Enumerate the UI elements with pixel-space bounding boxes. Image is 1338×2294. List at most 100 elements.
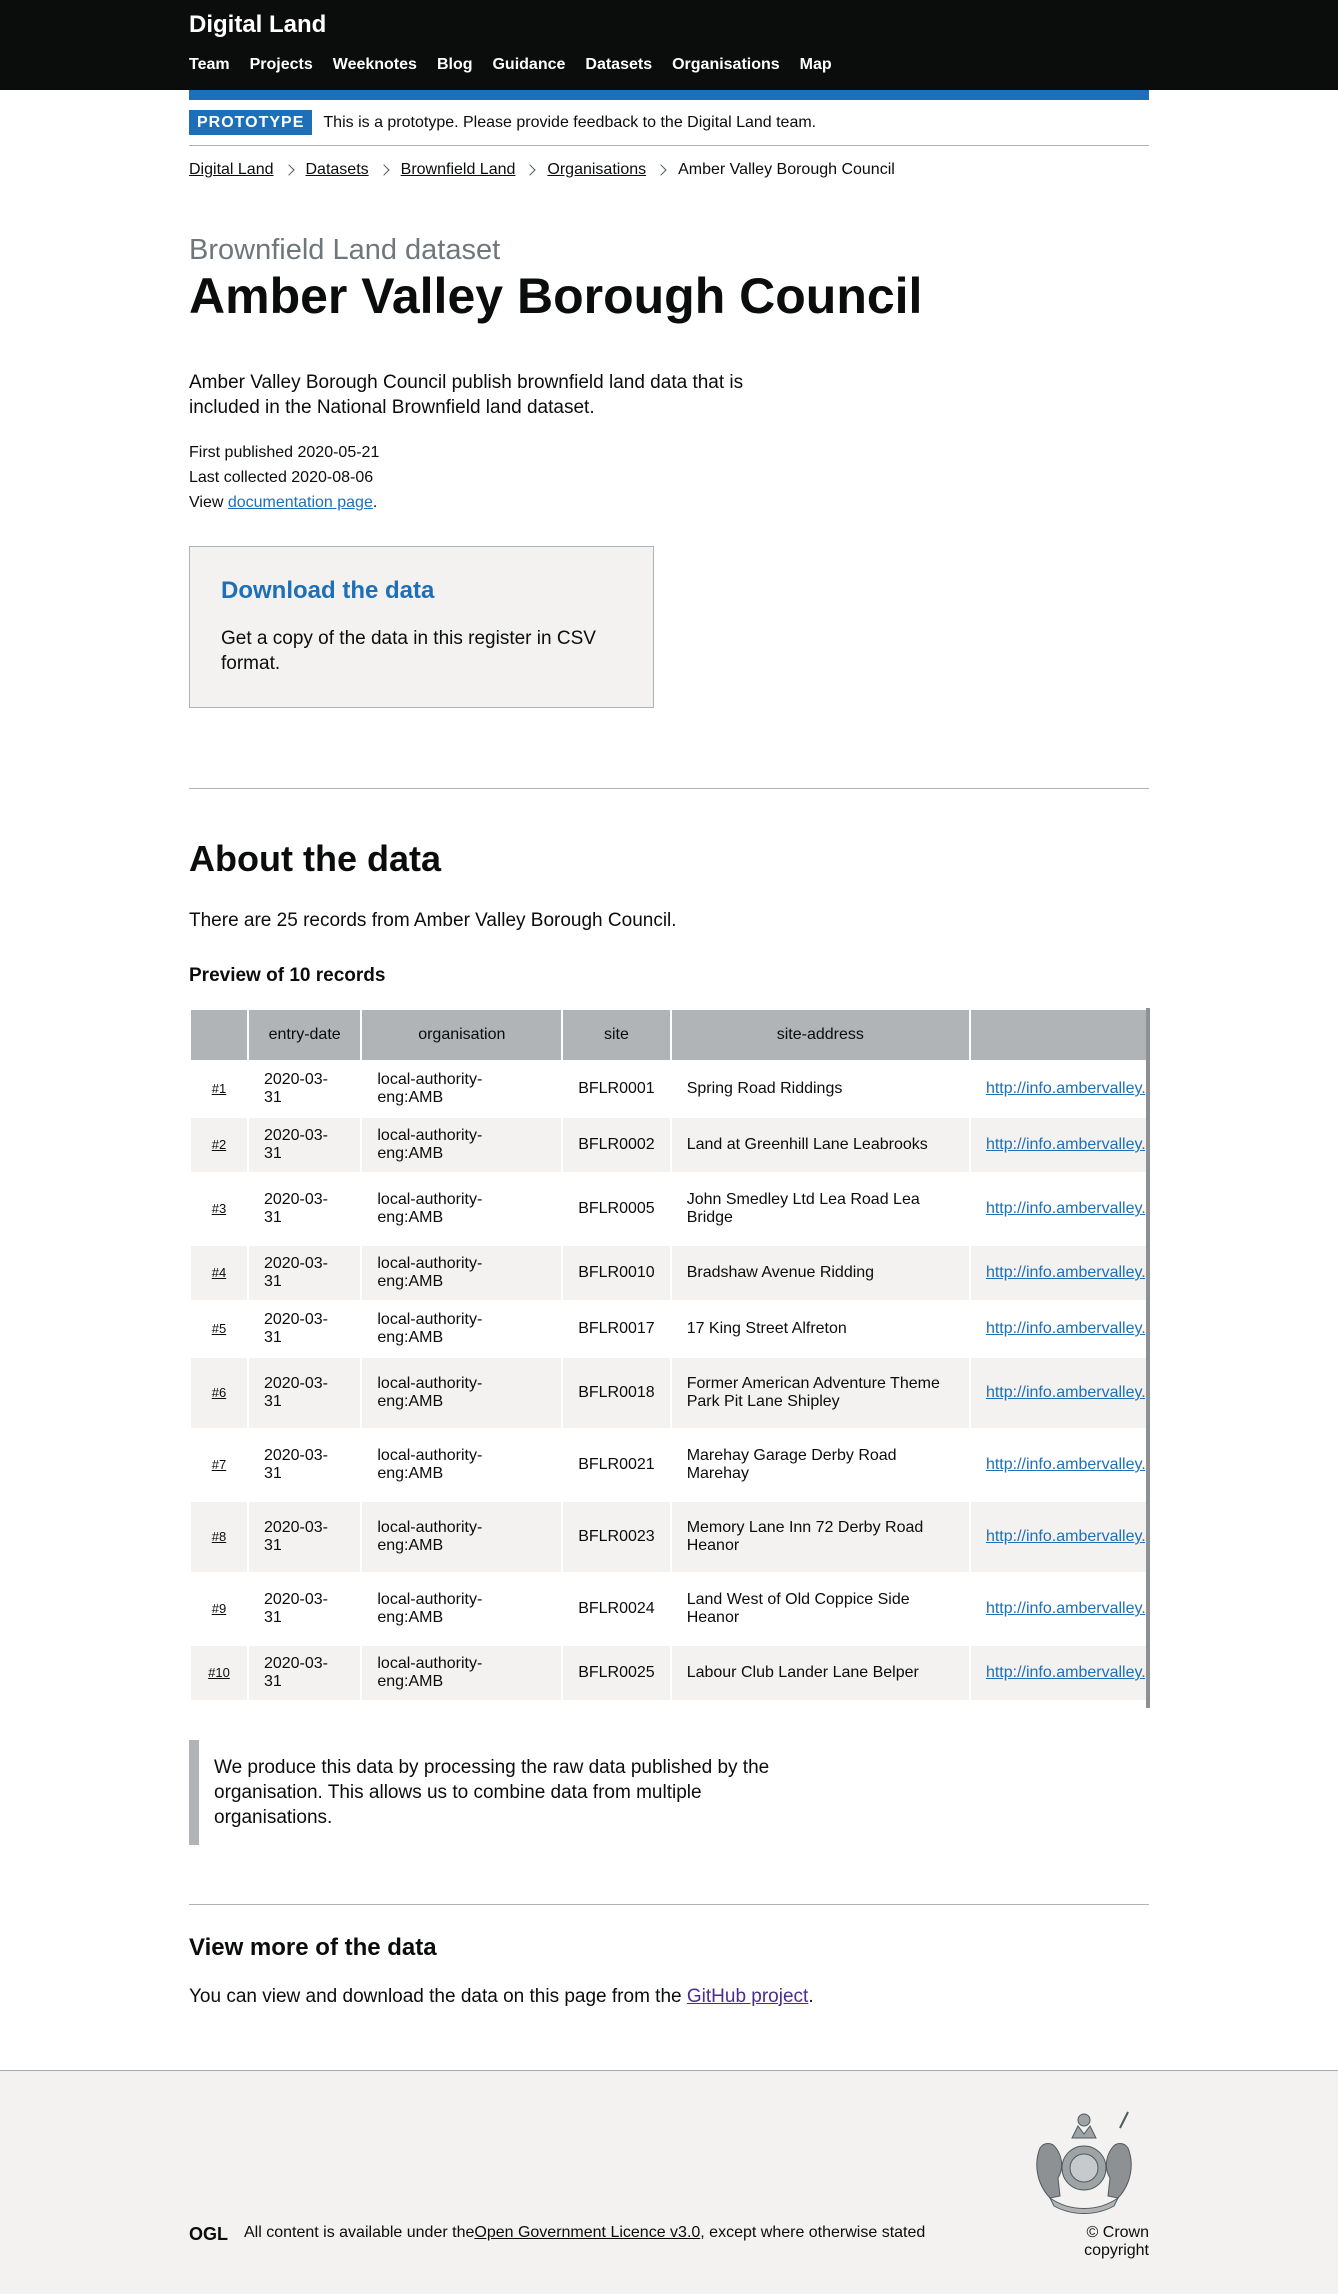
page-caption: Brownfield Land dataset	[189, 234, 501, 266]
breadcrumb-digital-land[interactable]: Digital Land	[189, 161, 274, 179]
download-panel[interactable]: Download the data Get a copy of the data…	[189, 546, 654, 708]
record-number-link[interactable]: #6	[212, 1385, 226, 1400]
table-row: #6 2020-03-31 local-authority-eng:AMB BFLR0…	[191, 1358, 1149, 1428]
record-number-link[interactable]: #3	[212, 1201, 226, 1216]
record-number-link-cell: #7	[191, 1430, 247, 1500]
cell-link-cell: http://info.ambervalley.gov.uk	[970, 1302, 1149, 1356]
record-number-link-cell: #8	[191, 1502, 247, 1572]
nav-item-datasets[interactable]: Datasets	[585, 56, 652, 74]
nav-item-projects[interactable]: Projects	[250, 56, 313, 74]
view-more-text: You can view and download the data on th…	[189, 1986, 814, 2008]
site-logo-link[interactable]: Digital Land	[189, 11, 326, 39]
cell-link-cell: http://info.ambervalley.gov.uk	[970, 1174, 1149, 1244]
nav-item-map[interactable]: Map	[800, 56, 832, 74]
record-number-link-cell: #3	[191, 1174, 247, 1244]
cell-entry-date: 2020-03-31	[248, 1246, 361, 1300]
first-published: First published 2020-05-21	[189, 444, 380, 461]
table-row: #5 2020-03-31 local-authority-eng:AMB BFLR0…	[191, 1302, 1149, 1356]
cell-entry-date: 2020-03-31	[248, 1574, 361, 1644]
table-row: #9 2020-03-31 local-authority-eng:AMB BFLR0…	[191, 1574, 1149, 1644]
record-number-link-cell: #6	[191, 1358, 247, 1428]
about-heading: About the data	[189, 838, 441, 879]
breadcrumb-datasets[interactable]: Datasets	[306, 161, 369, 179]
download-text: Get a copy of the data in this register …	[221, 628, 596, 674]
column-header-site: site	[563, 1010, 670, 1060]
cell-link[interactable]: http://info.ambervalley.gov.uk	[986, 1080, 1149, 1097]
cell-link-cell: http://info.ambervalley.gov.uk	[970, 1430, 1149, 1500]
cell-site: BFLR0021	[563, 1430, 670, 1500]
cell-link[interactable]: http://info.ambervalley.gov.uk	[986, 1384, 1149, 1401]
nav-item-weeknotes[interactable]: Weeknotes	[333, 56, 417, 74]
record-number-link[interactable]: #10	[208, 1665, 230, 1680]
github-project-link[interactable]: GitHub project	[687, 1986, 808, 2007]
record-number-link[interactable]: #1	[212, 1081, 226, 1096]
cell-link-cell: http://info.ambervalley.gov.uk	[970, 1246, 1149, 1300]
records-count: There are 25 records from Amber Valley B…	[189, 910, 677, 931]
cell-site-address: Spring Road Riddings	[671, 1062, 969, 1116]
licence-link[interactable]: Open Government Licence v3.0	[474, 2224, 700, 2242]
cell-site-address: Bradshaw Avenue Ridding	[671, 1246, 969, 1300]
record-number-link[interactable]: #2	[212, 1137, 226, 1152]
nav-item-blog[interactable]: Blog	[437, 56, 473, 74]
chevron-right-icon	[282, 164, 295, 176]
breadcrumb-organisations[interactable]: Organisations	[547, 161, 646, 179]
cell-link[interactable]: http://info.ambervalley.gov.uk	[986, 1600, 1149, 1617]
view-prefix: View	[189, 494, 228, 511]
cell-link[interactable]: http://info.ambervalley.gov.uk	[986, 1136, 1149, 1153]
cell-link-cell: http://info.ambervalley.gov.uk	[970, 1118, 1149, 1172]
column-header-site-address: site-address	[671, 1010, 969, 1060]
record-number-link-cell: #9	[191, 1574, 247, 1644]
cell-link[interactable]: http://info.ambervalley.gov.uk	[986, 1320, 1149, 1337]
preview-heading: Preview of 10 records	[189, 965, 386, 986]
cell-link[interactable]: http://info.ambervalley.gov.uk	[986, 1528, 1149, 1545]
cell-site-address: Former American Adventure Theme Park Pit…	[671, 1358, 969, 1428]
cell-site-address: Land at Greenhill Lane Leabrooks	[671, 1118, 969, 1172]
nav-item-guidance[interactable]: Guidance	[492, 56, 565, 74]
column-header-index	[191, 1010, 247, 1060]
nav-item-organisations[interactable]: Organisations	[672, 56, 780, 74]
breadcrumb-current: Amber Valley Borough Council	[678, 161, 895, 178]
records-table-container[interactable]: entry-date organisation site site-addres…	[189, 1008, 1149, 1708]
table-row: #4 2020-03-31 local-authority-eng:AMB BFLR0…	[191, 1246, 1149, 1300]
cell-link[interactable]: http://info.ambervalley.gov.uk	[986, 1664, 1149, 1681]
record-number-link-cell: #1	[191, 1062, 247, 1116]
licence-suffix: , except where otherwise stated	[700, 2224, 926, 2241]
table-body: #1 2020-03-31 local-authority-eng:AMB BFLR0…	[191, 1062, 1149, 1700]
ogl-logo-text: OGL	[189, 2225, 228, 2242]
cell-link[interactable]: http://info.ambervalley.gov.uk	[986, 1456, 1149, 1473]
cell-link-cell: http://info.ambervalley.gov.uk	[970, 1646, 1149, 1700]
cell-site-address: Marehay Garage Derby Road Marehay	[671, 1430, 969, 1500]
site-header: Digital Land Team Projects Weeknotes Blo…	[0, 0, 1338, 90]
licence-line: OGL All content is available under the O…	[189, 2224, 925, 2242]
crown-copyright-link[interactable]: © Crown copyright	[1018, 2224, 1149, 2260]
record-number-link-cell: #5	[191, 1302, 247, 1356]
cell-organisation: local-authority-eng:AMB	[362, 1430, 562, 1500]
download-heading[interactable]: Download the data	[221, 577, 622, 605]
cell-organisation: local-authority-eng:AMB	[362, 1062, 562, 1116]
table-row: #7 2020-03-31 local-authority-eng:AMB BFLR0…	[191, 1430, 1149, 1500]
cell-site: BFLR0001	[563, 1062, 670, 1116]
cell-link[interactable]: http://info.ambervalley.gov.uk	[986, 1200, 1149, 1217]
cell-link[interactable]: http://info.ambervalley.gov.uk	[986, 1264, 1149, 1281]
header-accent-bar	[189, 90, 1149, 100]
record-number-link[interactable]: #4	[212, 1265, 226, 1280]
record-number-link[interactable]: #8	[212, 1529, 226, 1544]
view-more-prefix: You can view and download the data on th…	[189, 1986, 687, 2007]
cell-site: BFLR0025	[563, 1646, 670, 1700]
nav-item-team[interactable]: Team	[189, 56, 230, 74]
cell-link-cell: http://info.ambervalley.gov.uk	[970, 1574, 1149, 1644]
cell-site: BFLR0005	[563, 1174, 670, 1244]
cell-site: BFLR0017	[563, 1302, 670, 1356]
record-number-link-cell: #2	[191, 1118, 247, 1172]
cell-organisation: local-authority-eng:AMB	[362, 1502, 562, 1572]
record-number-link[interactable]: #9	[212, 1601, 226, 1616]
main-nav: Team Projects Weeknotes Blog Guidance Da…	[189, 56, 852, 74]
record-number-link[interactable]: #5	[212, 1321, 226, 1336]
cell-link-cell: http://info.ambervalley.gov.uk	[970, 1358, 1149, 1428]
section-divider	[189, 788, 1149, 789]
page-title: Amber Valley Borough Council	[189, 268, 923, 324]
documentation-link[interactable]: documentation page	[228, 494, 373, 511]
record-number-link[interactable]: #7	[212, 1457, 226, 1472]
breadcrumb-brownfield-land[interactable]: Brownfield Land	[401, 161, 516, 179]
cell-site-address: Land West of Old Coppice Side Heanor	[671, 1574, 969, 1644]
